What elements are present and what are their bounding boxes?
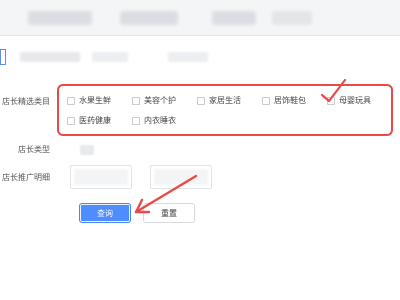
annotation-overlay — [134, 78, 347, 214]
page: 店长精选类目 水果生鲜 美容个护 家居生活 居饰鞋包 母婴玩具 医药健康 内衣睡… — [0, 0, 400, 300]
check-annotation-icon — [320, 78, 347, 103]
arrow-annotation-icon — [134, 174, 198, 214]
